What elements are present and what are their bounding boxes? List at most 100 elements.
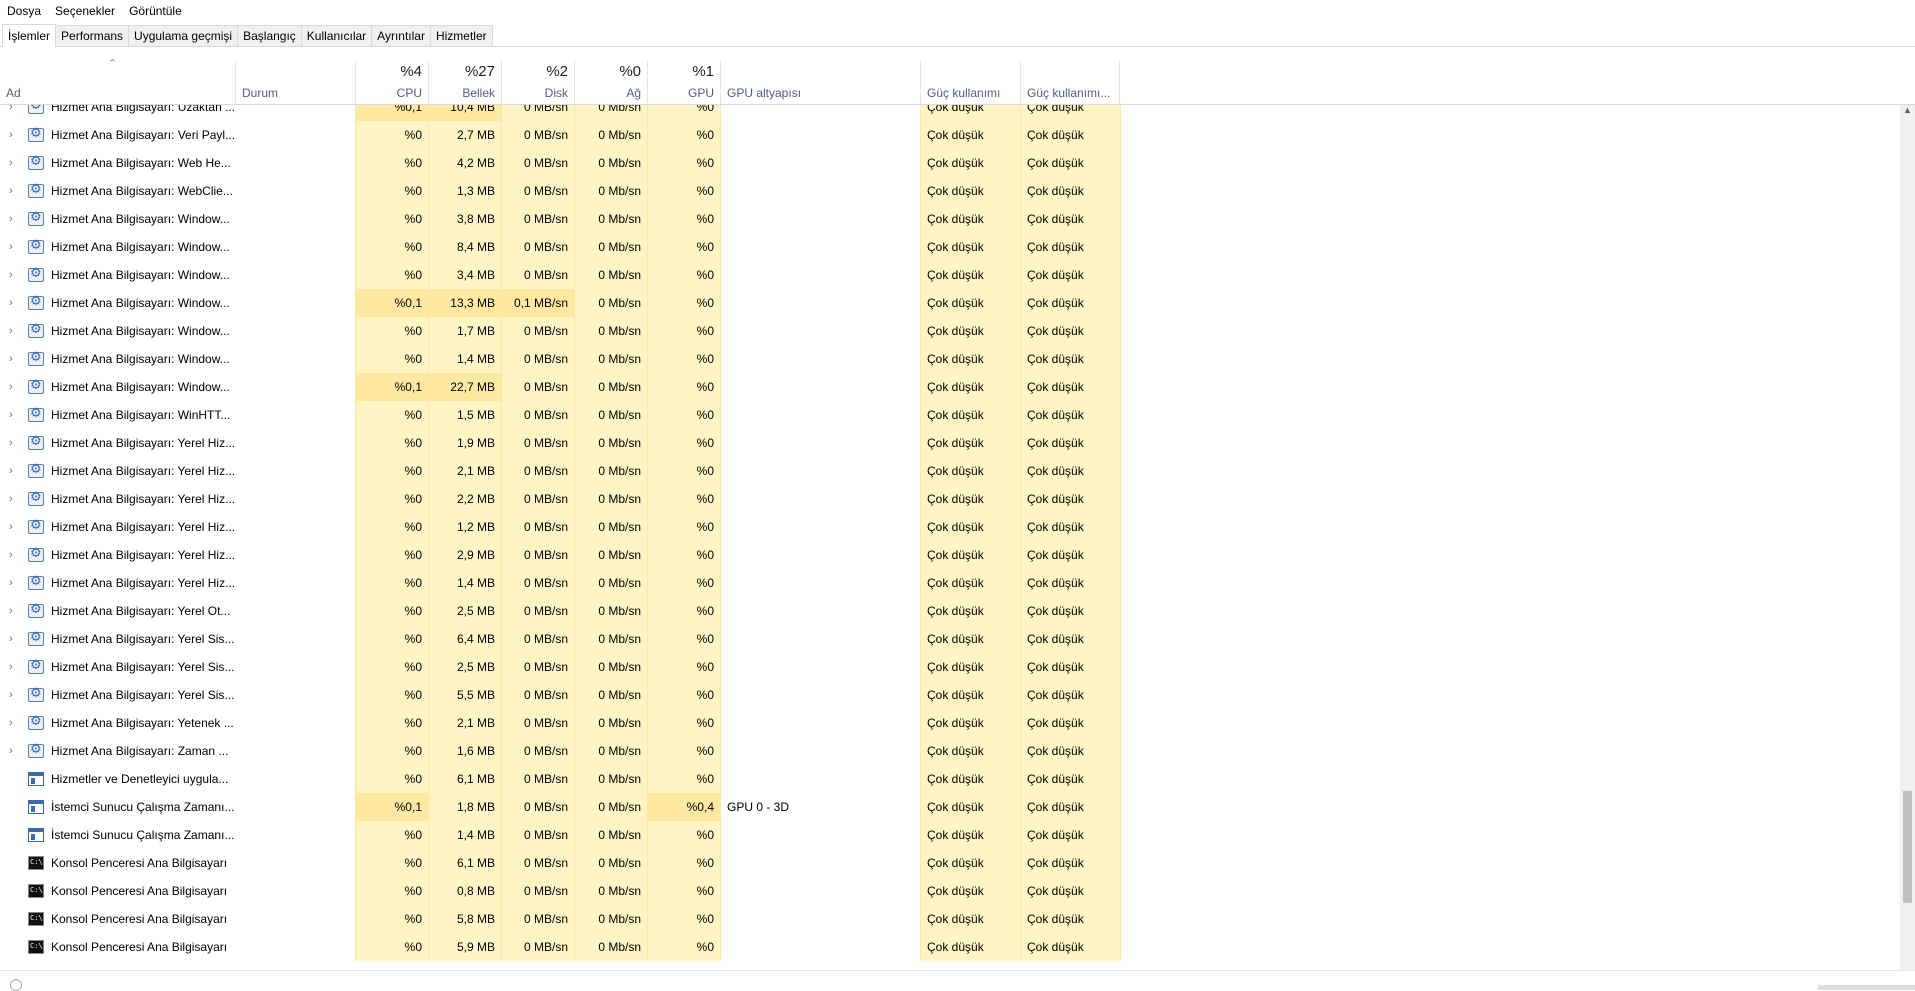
service-gear-icon (28, 686, 44, 702)
chevron-right-icon[interactable]: › (9, 429, 19, 457)
process-list[interactable]: › Hizmet Ana Bilgisayarı: Uzaktan ... %0,1… (0, 105, 1900, 970)
chevron-right-icon[interactable]: › (9, 345, 19, 373)
col-gpu-header[interactable]: %1 GPU (647, 60, 720, 104)
cell-gpu-engine (720, 569, 920, 597)
column-divider (501, 177, 502, 205)
chevron-right-icon[interactable]: › (9, 625, 19, 653)
table-row[interactable]: Konsol Penceresi Ana Bilgisayarı%06,1 MB… (0, 849, 1900, 877)
chevron-right-icon[interactable]: › (9, 261, 19, 289)
tab-performance[interactable]: Performans (55, 25, 130, 46)
chevron-right-icon[interactable]: › (9, 149, 19, 177)
chevron-right-icon[interactable]: › (9, 737, 19, 765)
process-name: Hizmet Ana Bilgisayarı: Window... (51, 380, 230, 394)
table-row[interactable]: ›Hizmet Ana Bilgisayarı: Yerel Hiz...%02… (0, 457, 1900, 485)
column-divider (428, 877, 429, 905)
chevron-right-icon[interactable]: › (9, 289, 19, 317)
chevron-right-icon[interactable]: › (9, 105, 19, 121)
cell-gpu: %0 (647, 205, 720, 233)
table-row[interactable]: › Hizmet Ana Bilgisayarı: Uzaktan ... %0,1… (0, 105, 1900, 121)
table-row[interactable]: ›Hizmet Ana Bilgisayarı: Yerel Hiz...%01… (0, 513, 1900, 541)
table-row[interactable]: ›Hizmet Ana Bilgisayarı: Yerel Sis...%05… (0, 681, 1900, 709)
table-row[interactable]: › Hizmet Ana Bilgisayarı: Window... %0,122… (0, 373, 1900, 401)
column-divider (647, 821, 648, 849)
chevron-right-icon[interactable]: › (9, 513, 19, 541)
table-row[interactable]: ›Hizmet Ana Bilgisayarı: Yerel Sis...%02… (0, 653, 1900, 681)
table-row[interactable]: ›Hizmet Ana Bilgisayarı: Yerel Sis...%06… (0, 625, 1900, 653)
col-status-header[interactable]: Durum (235, 60, 355, 104)
column-divider (1120, 289, 1121, 317)
tab-app-history[interactable]: Uygulama geçmişi (128, 25, 239, 46)
table-row[interactable]: ›Hizmet Ana Bilgisayarı: Yerel Hiz...%02… (0, 485, 1900, 513)
menu-view[interactable]: Görüntüle (122, 0, 189, 22)
table-row[interactable]: ›Hizmet Ana Bilgisayarı: Yerel Ot...%02,… (0, 597, 1900, 625)
chevron-right-icon[interactable]: › (9, 653, 19, 681)
table-row[interactable]: Konsol Penceresi Ana Bilgisayarı%00,8 MB… (0, 877, 1900, 905)
chevron-right-icon[interactable]: › (9, 709, 19, 737)
tab-services[interactable]: Hizmetler (429, 25, 493, 46)
cell-gpu-engine (720, 849, 920, 877)
col-power-header[interactable]: Güç kullanımı (920, 60, 1020, 104)
table-row[interactable]: İstemci Sunucu Çalışma Zamanı... %0 1,4 MB… (0, 821, 1900, 849)
table-row[interactable]: ›Hizmet Ana Bilgisayarı: Web He...%04,2 … (0, 149, 1900, 177)
chevron-right-icon[interactable]: › (9, 373, 19, 401)
cell-cpu: %0 (355, 569, 428, 597)
table-row[interactable]: ›Hizmet Ana Bilgisayarı: Yetenek ...%02,… (0, 709, 1900, 737)
cell-cpu: %0 (355, 177, 428, 205)
table-row[interactable]: ›Hizmet Ana Bilgisayarı: WebClie...%01,3… (0, 177, 1900, 205)
col-disk-header[interactable]: %2 Disk (501, 60, 574, 104)
chevron-right-icon[interactable]: › (9, 121, 19, 149)
chevron-right-icon[interactable]: › (9, 205, 19, 233)
scroll-up-icon[interactable]: ▲ (1903, 105, 1912, 115)
table-row[interactable]: › Hizmet Ana Bilgisayarı: Window... %0,113… (0, 289, 1900, 317)
chevron-right-icon[interactable]: › (9, 541, 19, 569)
cell-gpu: %0 (647, 821, 720, 849)
col-cpu-header[interactable]: %4 CPU (355, 60, 428, 104)
column-divider (501, 933, 502, 961)
chevron-right-icon[interactable]: › (9, 401, 19, 429)
chevron-right-icon[interactable]: › (9, 569, 19, 597)
col-network-header[interactable]: %0 Ağ (574, 60, 647, 104)
table-row[interactable]: ›Hizmet Ana Bilgisayarı: Yerel Hiz...%01… (0, 569, 1900, 597)
chevron-right-icon[interactable]: › (9, 233, 19, 261)
column-divider (428, 793, 429, 821)
tab-details[interactable]: Ayrıntılar (371, 25, 431, 46)
end-task-button[interactable] (1818, 985, 1915, 990)
tab-users[interactable]: Kullanıcılar (300, 25, 373, 46)
table-row[interactable]: ›Hizmet Ana Bilgisayarı: Zaman ...%01,6 … (0, 737, 1900, 765)
table-row[interactable]: ›Hizmet Ana Bilgisayarı: Window...%08,4 … (0, 233, 1900, 261)
vertical-scrollbar[interactable]: ▲ (1900, 105, 1915, 970)
chevron-right-icon[interactable]: › (9, 317, 19, 345)
table-row[interactable]: ›Hizmet Ana Bilgisayarı: Window...%01,4 … (0, 345, 1900, 373)
cell-mem: 1,9 MB (428, 429, 501, 457)
tab-processes[interactable]: İşlemler (2, 24, 57, 47)
table-row[interactable]: Konsol Penceresi Ana Bilgisayarı%05,9 MB… (0, 933, 1900, 961)
table-row[interactable]: ›Hizmet Ana Bilgisayarı: Window...%03,4 … (0, 261, 1900, 289)
table-row[interactable]: ›Hizmet Ana Bilgisayarı: Window...%03,8 … (0, 205, 1900, 233)
col-power-trend-header[interactable]: Güç kullanımı... (1020, 60, 1120, 104)
chevron-right-icon[interactable]: › (9, 457, 19, 485)
chevron-right-icon[interactable]: › (9, 597, 19, 625)
chevron-right-icon[interactable]: › (9, 485, 19, 513)
chevron-right-icon[interactable]: › (9, 177, 19, 205)
table-row[interactable]: ›Hizmet Ana Bilgisayarı: Yerel Hiz...%02… (0, 541, 1900, 569)
cell-net: 0 Mb/sn (574, 233, 647, 261)
table-row[interactable]: Konsol Penceresi Ana Bilgisayarı%05,8 MB… (0, 905, 1900, 933)
menu-options[interactable]: Seçenekler (48, 0, 122, 22)
cell-power: Çok düşük (920, 289, 1020, 317)
scrollbar-thumb[interactable] (1903, 791, 1912, 903)
chevron-right-icon[interactable]: › (9, 681, 19, 709)
tab-startup[interactable]: Başlangıç (237, 25, 302, 46)
table-row[interactable]: Hizmetler ve Denetleyici uygula... %0 6,1 … (0, 765, 1900, 793)
table-row[interactable]: ›Hizmet Ana Bilgisayarı: Veri Payl...%02… (0, 121, 1900, 149)
cell-power: Çok düşük (920, 793, 1020, 821)
table-row[interactable]: İstemci Sunucu Çalışma Zamanı... %0,1 1,8 … (0, 793, 1900, 821)
col-gpu-engine-header[interactable]: GPU altyapısı (720, 60, 920, 104)
table-row[interactable]: ›Hizmet Ana Bilgisayarı: Yerel Hiz...%01… (0, 429, 1900, 457)
col-memory-header[interactable]: %27 Bellek (428, 60, 501, 104)
table-row[interactable]: ›Hizmet Ana Bilgisayarı: Window...%01,7 … (0, 317, 1900, 345)
column-divider (920, 765, 921, 793)
col-name-header[interactable]: ⌃ Ad (0, 58, 235, 104)
fewer-details-icon[interactable] (10, 979, 22, 991)
menu-file[interactable]: Dosya (0, 0, 48, 22)
table-row[interactable]: ›Hizmet Ana Bilgisayarı: WinHTT...%01,5 … (0, 401, 1900, 429)
